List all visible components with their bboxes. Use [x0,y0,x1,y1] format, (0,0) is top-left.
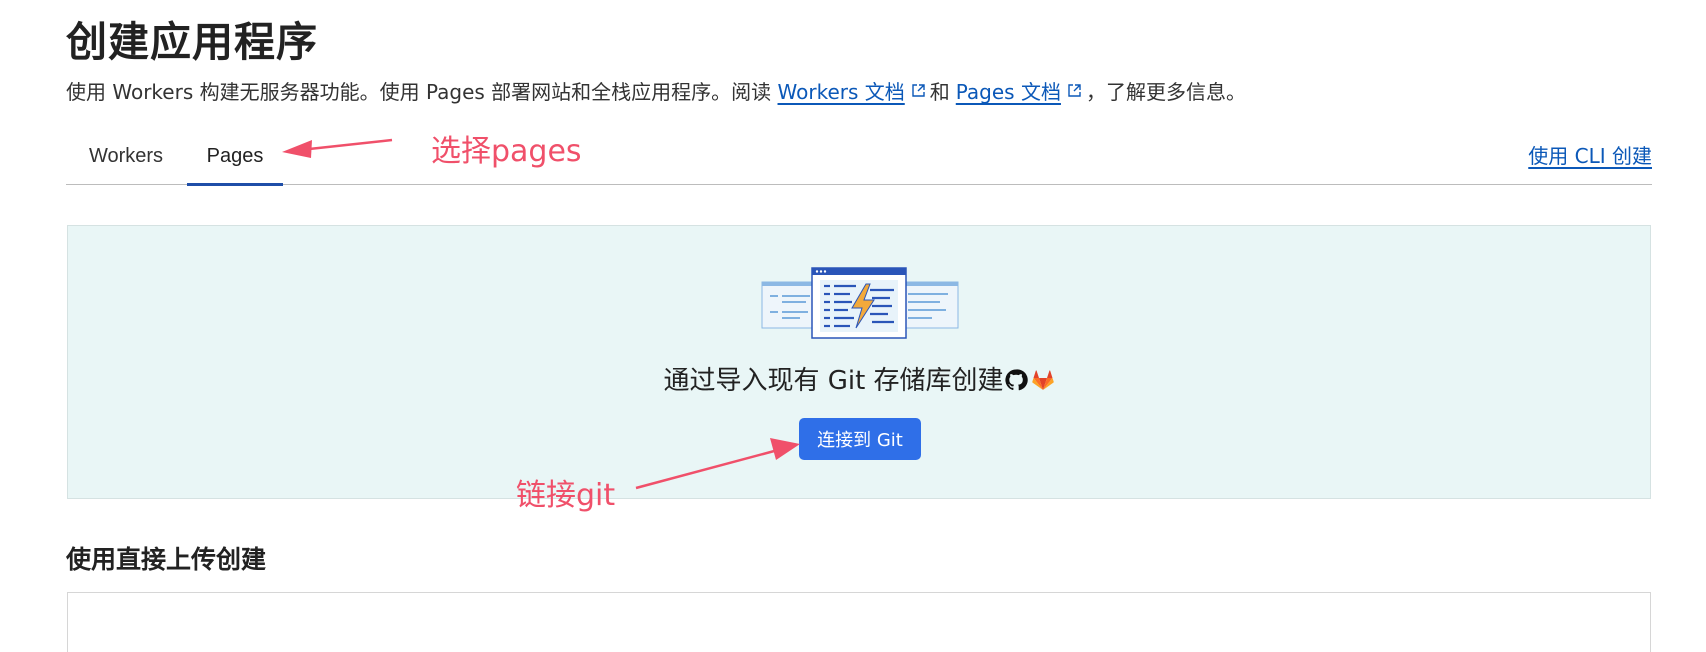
git-import-text: 通过导入现有 Git 存储库创建 [663,366,1004,396]
workers-docs-link[interactable]: Workers 文档 [778,80,905,104]
tab-pages[interactable]: Pages [187,128,283,186]
direct-upload-panel [67,592,1651,652]
description-conjunction: 和 [929,80,950,104]
github-icon [1004,366,1028,396]
git-import-panel: 通过导入现有 Git 存储库创建 连接到 Git [67,225,1651,499]
tab-workers[interactable]: Workers [66,128,186,184]
create-with-cli-link[interactable]: 使用 CLI 创建 [1528,128,1652,184]
git-import-prompt: 通过导入现有 Git 存储库创建 [68,360,1650,397]
app-type-tabs: Workers Pages 使用 CLI 创建 [66,128,1652,186]
connect-to-git-button[interactable]: 连接到 Git [799,418,921,460]
external-link-icon [1067,79,1082,103]
external-link-icon [911,79,926,103]
page-description: 使用 Workers 构建无服务器功能。使用 Pages 部署网站和全栈应用程序… [66,76,1246,105]
direct-upload-title: 使用直接上传创建 [66,545,267,574]
pages-docs-link[interactable]: Pages 文档 [956,80,1061,104]
gitlab-icon [1031,366,1055,396]
annotation-select-pages: 选择pages [431,134,582,169]
annotation-link-git: 链接git [516,478,616,513]
page-title: 创建应用程序 [66,18,318,66]
description-prefix: 使用 Workers 构建无服务器功能。使用 Pages 部署网站和全栈应用程序… [66,80,778,104]
pages-illustration [760,266,960,351]
description-suffix: ，了解更多信息。 [1085,80,1246,104]
